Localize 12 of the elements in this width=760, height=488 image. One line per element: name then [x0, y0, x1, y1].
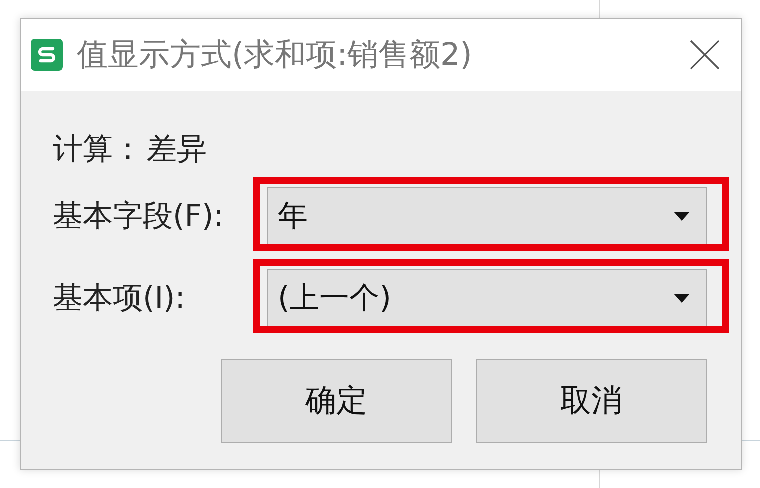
ok-button[interactable]: 确定: [221, 359, 452, 443]
field-label: 基本项(I):: [53, 280, 186, 318]
calculation-value: 差异: [147, 131, 207, 169]
app-logo-icon: [31, 39, 63, 71]
caret-icon: [674, 212, 690, 220]
cancel-button[interactable]: 取消: [476, 359, 707, 443]
field-label: 基本字段(F):: [53, 198, 225, 236]
calculation-label: 计算：: [53, 131, 143, 169]
dropdown[interactable]: (上一个): [267, 269, 707, 327]
caret-icon: [674, 294, 690, 302]
dropdown[interactable]: 年: [267, 187, 707, 245]
window-title: 值显示方式(求和项:销售额2): [77, 36, 474, 75]
